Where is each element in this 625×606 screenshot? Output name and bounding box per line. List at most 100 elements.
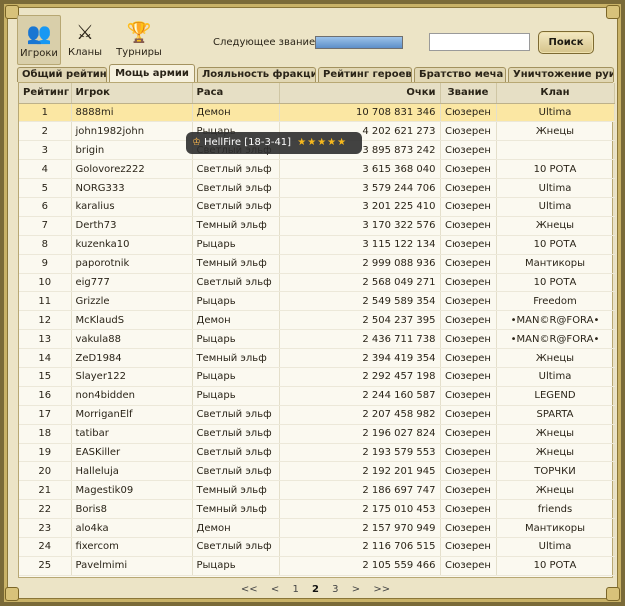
player-cell[interactable]: Magestik09 [71,480,193,501]
header-title[interactable]: Звание [440,83,497,104]
star-icon: ★★★★★ [297,137,348,148]
player-cell[interactable]: john1982john [71,121,193,142]
search-button[interactable]: Поиск [538,31,594,54]
tab-general-rating[interactable]: Общий рейтинг [17,67,107,82]
player-cell[interactable]: paporotnik [71,254,193,274]
player-cell[interactable]: Grizzle [71,291,193,312]
race-cell: Темный эльф [192,216,280,236]
player-cell[interactable]: karalius [71,197,193,217]
table-row[interactable]: 16 non4bidden Рыцарь 2 244 160 587 Сюзерен LE… [19,386,615,406]
player-cell[interactable]: tatibar [71,424,193,444]
tab-sword-brotherhood[interactable]: Братство меча [414,67,506,82]
tab-ruins-destruction[interactable]: Уничтожение руин [508,67,614,82]
player-cell[interactable]: Boris8 [71,499,193,520]
player-cell[interactable]: MorriganElf [71,405,193,425]
clans-tool-button[interactable]: ⚔ Кланы [63,15,107,65]
table-row[interactable]: 12 McKlaudS Демон 2 504 237 395 Сюзерен •MAN©… [19,310,615,331]
rank-cell: 16 [19,386,72,406]
table-row[interactable]: 25 Pavelmimi Рыцарь 2 105 559 466 Сюзерен 10 … [19,556,615,576]
rank-cell: 23 [19,518,72,538]
header-player[interactable]: Игрок [71,83,193,104]
title-cell: Сюзерен [440,235,497,255]
clan-cell: 10 РОТА [496,273,615,293]
table-row[interactable]: 9 paporotnik Темный эльф 2 999 088 936 Сюзер… [19,254,615,274]
player-cell[interactable]: McKlaudS [71,310,193,331]
title-cell: Сюзерен [440,461,497,482]
player-cell[interactable]: fixercom [71,537,193,557]
table-row[interactable]: 4 Golovorez222 Светлый эльф 3 615 368 040 Сю… [19,159,615,180]
first-page-link[interactable]: << [241,584,258,595]
table-row[interactable]: 17 MorriganElf Светлый эльф 2 207 458 982 Сю… [19,405,615,425]
points-cell: 2 292 457 198 [279,367,441,387]
tooltip-player-name: HellFire [203,137,242,148]
race-cell: Рыцарь [192,329,280,350]
table-row[interactable]: 7 Derth73 Темный эльф 3 170 322 576 Сюзерен Ж… [19,216,615,236]
player-cell[interactable]: Pavelmimi [71,556,193,576]
table-row[interactable]: 1 8888mi Демон 10 708 831 346 Сюзерен Ultima [19,103,615,123]
page-link-1[interactable]: 1 [292,584,298,595]
player-tooltip: ♔ HellFire [18-3-41] ★★★★★ [186,132,362,154]
points-cell: 3 615 368 040 [279,159,441,180]
title-cell: Сюзерен [440,537,497,557]
tab-hero-rating[interactable]: Рейтинг героев [318,67,412,82]
table-row[interactable]: 6 karalius Светлый эльф 3 201 225 410 Сюзере… [19,197,615,217]
rank-cell: 4 [19,159,72,180]
tab-faction-loyalty[interactable]: Лояльность фракции [197,67,316,82]
points-cell: 2 196 027 824 [279,424,441,444]
table-row[interactable]: 23 alo4ka Демон 2 157 970 949 Сюзерен Мантико… [19,518,615,538]
player-cell[interactable]: Halleluja [71,461,193,482]
tournaments-tool-button[interactable]: 🏆 Турниры [113,15,165,65]
table-row[interactable]: 13 vakula88 Рыцарь 2 436 711 738 Сюзерен •MAN… [19,329,615,350]
search-input[interactable] [429,33,530,51]
race-cell: Светлый эльф [192,273,280,293]
race-cell: Светлый эльф [192,461,280,482]
player-cell[interactable]: brigin [71,140,193,161]
player-cell[interactable]: EASKiller [71,443,193,463]
title-cell: Сюзерен [440,499,497,520]
table-row[interactable]: 18 tatibar Светлый эльф 2 196 027 824 Сюзере… [19,424,615,444]
page-link-3[interactable]: 3 [332,584,338,595]
table-row[interactable]: 20 Halleluja Светлый эльф 2 192 201 945 Сюзе… [19,461,615,482]
player-cell[interactable]: eig777 [71,273,193,293]
table-row[interactable]: 5 NORG333 Светлый эльф 3 579 244 706 Сюзерен… [19,178,615,198]
table-row[interactable]: 10 eig777 Светлый эльф 2 568 049 271 Сюзерен… [19,273,615,293]
last-page-link[interactable]: >> [373,584,390,595]
header-rank[interactable]: Рейтинг [19,83,72,104]
clan-cell: Жнецы [496,216,615,236]
clan-cell: 10 РОТА [496,159,615,180]
header-points[interactable]: Очки [279,83,441,104]
tab-army-power[interactable]: Мощь армии [109,64,195,82]
table-row[interactable]: 24 fixercom Светлый эльф 2 116 706 515 Сюзер… [19,537,615,557]
clan-cell: •MAN©R@FORA• [496,329,615,350]
title-cell: Сюзерен [440,367,497,387]
clan-cell: friends [496,499,615,520]
table-row[interactable]: 11 Grizzle Рыцарь 2 549 589 354 Сюзерен Freed… [19,291,615,312]
player-cell[interactable]: Derth73 [71,216,193,236]
clan-cell: ТОРЧКИ [496,461,615,482]
table-row[interactable]: 15 Slayer122 Рыцарь 2 292 457 198 Сюзерен Ult… [19,367,615,387]
table-row[interactable]: 19 EASKiller Светлый эльф 2 193 579 553 Сюзе… [19,443,615,463]
player-cell[interactable]: non4bidden [71,386,193,406]
next-page-link[interactable]: > [352,584,360,595]
player-cell[interactable]: 8888mi [71,103,193,123]
table-row[interactable]: 22 Boris8 Темный эльф 2 175 010 453 Сюзерен f… [19,499,615,520]
table-row[interactable]: 8 kuzenka10 Рыцарь 3 115 122 134 Сюзерен 10 Р… [19,235,615,255]
player-cell[interactable]: Slayer122 [71,367,193,387]
header-clan[interactable]: Клан [496,83,615,104]
clan-cell: Ultima [496,367,615,387]
players-tool-button[interactable]: 👥 Игроки [17,15,61,65]
player-cell[interactable]: ZeD1984 [71,348,193,368]
player-cell[interactable]: NORG333 [71,178,193,198]
race-cell: Светлый эльф [192,443,280,463]
title-cell: Сюзерен [440,480,497,501]
points-cell: 2 186 697 747 [279,480,441,501]
player-cell[interactable]: kuzenka10 [71,235,193,255]
player-cell[interactable]: Golovorez222 [71,159,193,180]
header-race[interactable]: Раса [192,83,280,104]
prev-page-link[interactable]: < [271,584,279,595]
player-cell[interactable]: vakula88 [71,329,193,350]
player-cell[interactable]: alo4ka [71,518,193,538]
table-row[interactable]: 21 Magestik09 Темный эльф 2 186 697 747 Сюзе… [19,480,615,501]
title-cell: Сюзерен [440,216,497,236]
table-row[interactable]: 14 ZeD1984 Темный эльф 2 394 419 354 Сюзерен… [19,348,615,368]
